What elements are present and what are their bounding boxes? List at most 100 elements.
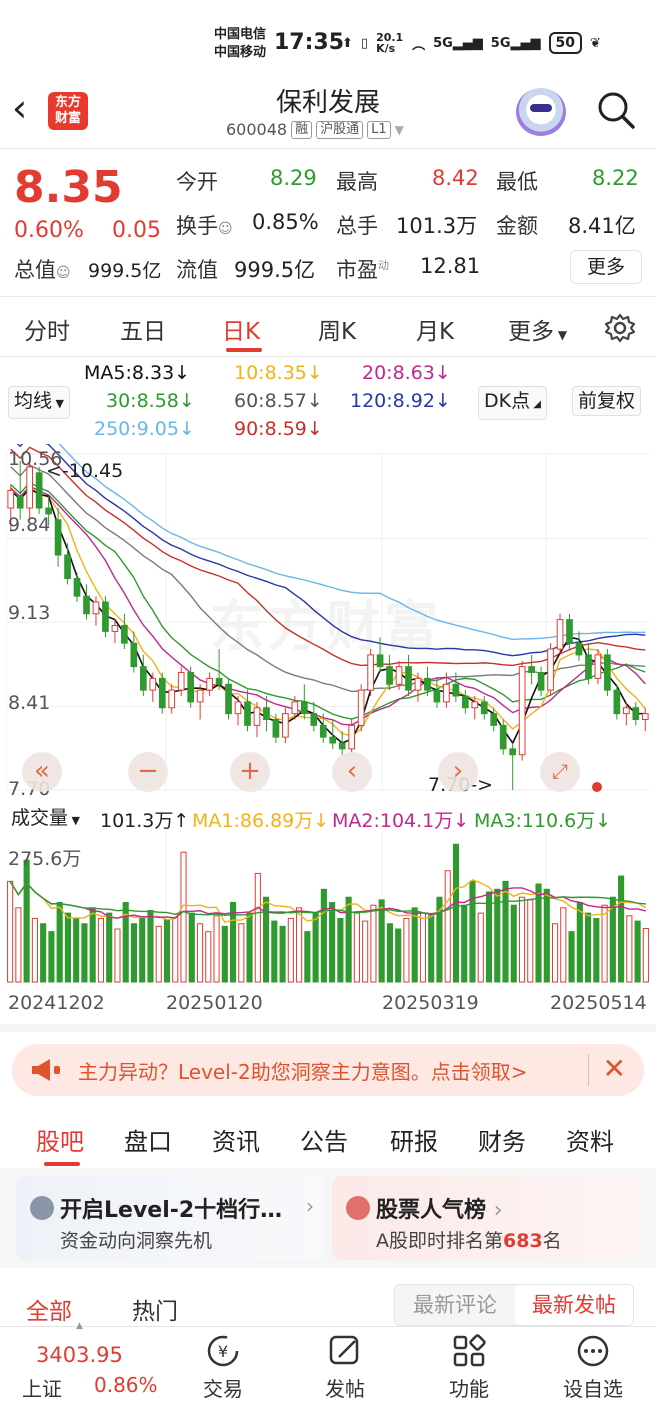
candle (7, 489, 15, 509)
gear-icon[interactable] (604, 312, 636, 344)
level2-card[interactable]: 开启Level-2十档行… 资金动向洞察先机 › (16, 1176, 324, 1260)
nav-add-watchlist[interactable]: 设自选 (548, 1333, 638, 1402)
adjust-button[interactable]: 前复权 (572, 386, 642, 416)
volume-bar (263, 896, 270, 983)
sort-latest-post[interactable]: 最新发帖 (515, 1285, 633, 1325)
index-name[interactable]: 上证 (22, 1373, 62, 1402)
volume-bar (114, 928, 121, 983)
divider (588, 1054, 589, 1086)
chart-period-tabs: 分时 五日 日K 周K 月K 更多 ▼ (0, 306, 656, 352)
candle (291, 701, 299, 715)
candle (348, 724, 356, 750)
candle (319, 724, 327, 738)
promo-banner[interactable]: 主力异动？Level-2助您洞察主力意图。点击领取> ✕ (12, 1044, 644, 1096)
tab-five-day[interactable]: 五日 (120, 312, 166, 346)
ma90-label: 90:8.59↓ (234, 418, 323, 440)
stock-code: 600048 (226, 120, 288, 139)
scroll-left-button[interactable]: ‹ (332, 752, 372, 792)
tab-more[interactable]: 更多 ▼ (508, 312, 567, 346)
zoom-out-button[interactable]: − (128, 752, 168, 792)
tab-research[interactable]: 研报 (390, 1122, 438, 1157)
candlestick-chart[interactable] (6, 444, 650, 800)
candle (357, 689, 365, 726)
edit-icon (329, 1335, 359, 1365)
tab-monthly-k[interactable]: 月K (416, 312, 454, 346)
search-icon[interactable] (596, 90, 636, 130)
volume-bar (337, 917, 344, 983)
tab-profile[interactable]: 资料 (566, 1122, 614, 1157)
volume-bar (296, 907, 303, 983)
candle (575, 642, 583, 656)
y-label: 9.13 (8, 602, 51, 624)
status-bar: 中国电信 中国移动 17:35 ⬆ ▯ 20.1 K/s ︵ 5G▂▄▆ 5G▂… (0, 0, 656, 80)
nav-post[interactable]: 发帖 (300, 1333, 390, 1402)
volume-bar (551, 923, 559, 983)
volume-bar (329, 902, 336, 983)
nav-trade[interactable]: ¥ 交易 (178, 1333, 268, 1402)
fullscreen-icon[interactable]: ⤢ (540, 752, 580, 792)
volume-bar (139, 917, 146, 983)
tab-finance[interactable]: 财务 (478, 1122, 526, 1157)
volume-chart[interactable] (6, 832, 650, 984)
tab-intraday[interactable]: 分时 (24, 312, 70, 346)
volume-bar (452, 843, 460, 983)
tab-all[interactable]: 全部 (26, 1292, 72, 1326)
pe-value: 12.81 (420, 254, 481, 278)
volume-bar (155, 925, 162, 983)
candle (518, 666, 526, 756)
dk-point-button[interactable]: DK点 ◢ (478, 386, 547, 420)
candle (632, 707, 640, 721)
active-tab-indicator (226, 348, 262, 352)
tab-forum[interactable]: 股吧 (36, 1122, 84, 1157)
volume-selector[interactable]: 成交量 ▼ (6, 804, 85, 835)
candle (35, 472, 43, 509)
volume-bar (626, 915, 633, 983)
volume-bar (254, 872, 261, 983)
low-value: 8.22 (592, 166, 639, 190)
tab-order-book[interactable]: 盘口 (124, 1122, 172, 1157)
index-change[interactable]: 0.86% (94, 1373, 158, 1397)
volume-bar (15, 907, 22, 983)
grid-icon (453, 1334, 486, 1367)
pe-label: 市盈动 (336, 258, 389, 282)
scroll-left-fast-button[interactable]: « (22, 752, 62, 792)
candle (329, 736, 337, 744)
tag-level: L1 (367, 120, 391, 139)
turnover-label: 换手☺ (176, 214, 233, 238)
caret-up-icon: ▲ (76, 1321, 83, 1331)
tab-news[interactable]: 资讯 (212, 1122, 260, 1157)
candle (187, 672, 195, 703)
ma-selector[interactable]: 均线 ▼ (8, 386, 70, 419)
candle (16, 495, 24, 509)
volume-bar (345, 896, 352, 983)
candle (547, 648, 554, 691)
tab-hot[interactable]: 热门 (132, 1292, 178, 1326)
sort-latest-comment[interactable]: 最新评论 (395, 1285, 515, 1325)
chevron-down-icon[interactable]: ▼ (395, 123, 404, 137)
vol-ma2: MA2:104.1万↓ (332, 810, 470, 832)
y-label: 9.84 (8, 514, 51, 536)
tab-announcements[interactable]: 公告 (300, 1122, 348, 1157)
high-label: 最高 (336, 170, 378, 194)
nav-functions[interactable]: 功能 (424, 1333, 514, 1402)
tab-daily-k[interactable]: 日K (222, 312, 260, 346)
zoom-in-button[interactable]: + (230, 752, 270, 792)
index-value[interactable]: 3403.95 (36, 1343, 123, 1367)
more-button[interactable]: 更多 (570, 250, 642, 284)
candle (622, 707, 630, 715)
scroll-right-button[interactable]: › (438, 752, 478, 792)
close-icon[interactable]: ✕ (603, 1054, 626, 1084)
tab-weekly-k[interactable]: 周K (318, 312, 356, 346)
volume-bar (543, 888, 550, 983)
assistant-avatar[interactable] (516, 88, 566, 136)
candle (480, 701, 488, 715)
candle (585, 654, 592, 679)
volume-bar (73, 917, 80, 983)
popularity-card[interactable]: 股票人气榜 › A股即时排名第683名 (332, 1176, 640, 1260)
candle (367, 654, 374, 691)
volume-bar (485, 891, 493, 983)
volume-bar (609, 896, 616, 983)
candle (196, 689, 204, 703)
divider (0, 356, 656, 357)
y-label: 8.41 (8, 692, 51, 714)
